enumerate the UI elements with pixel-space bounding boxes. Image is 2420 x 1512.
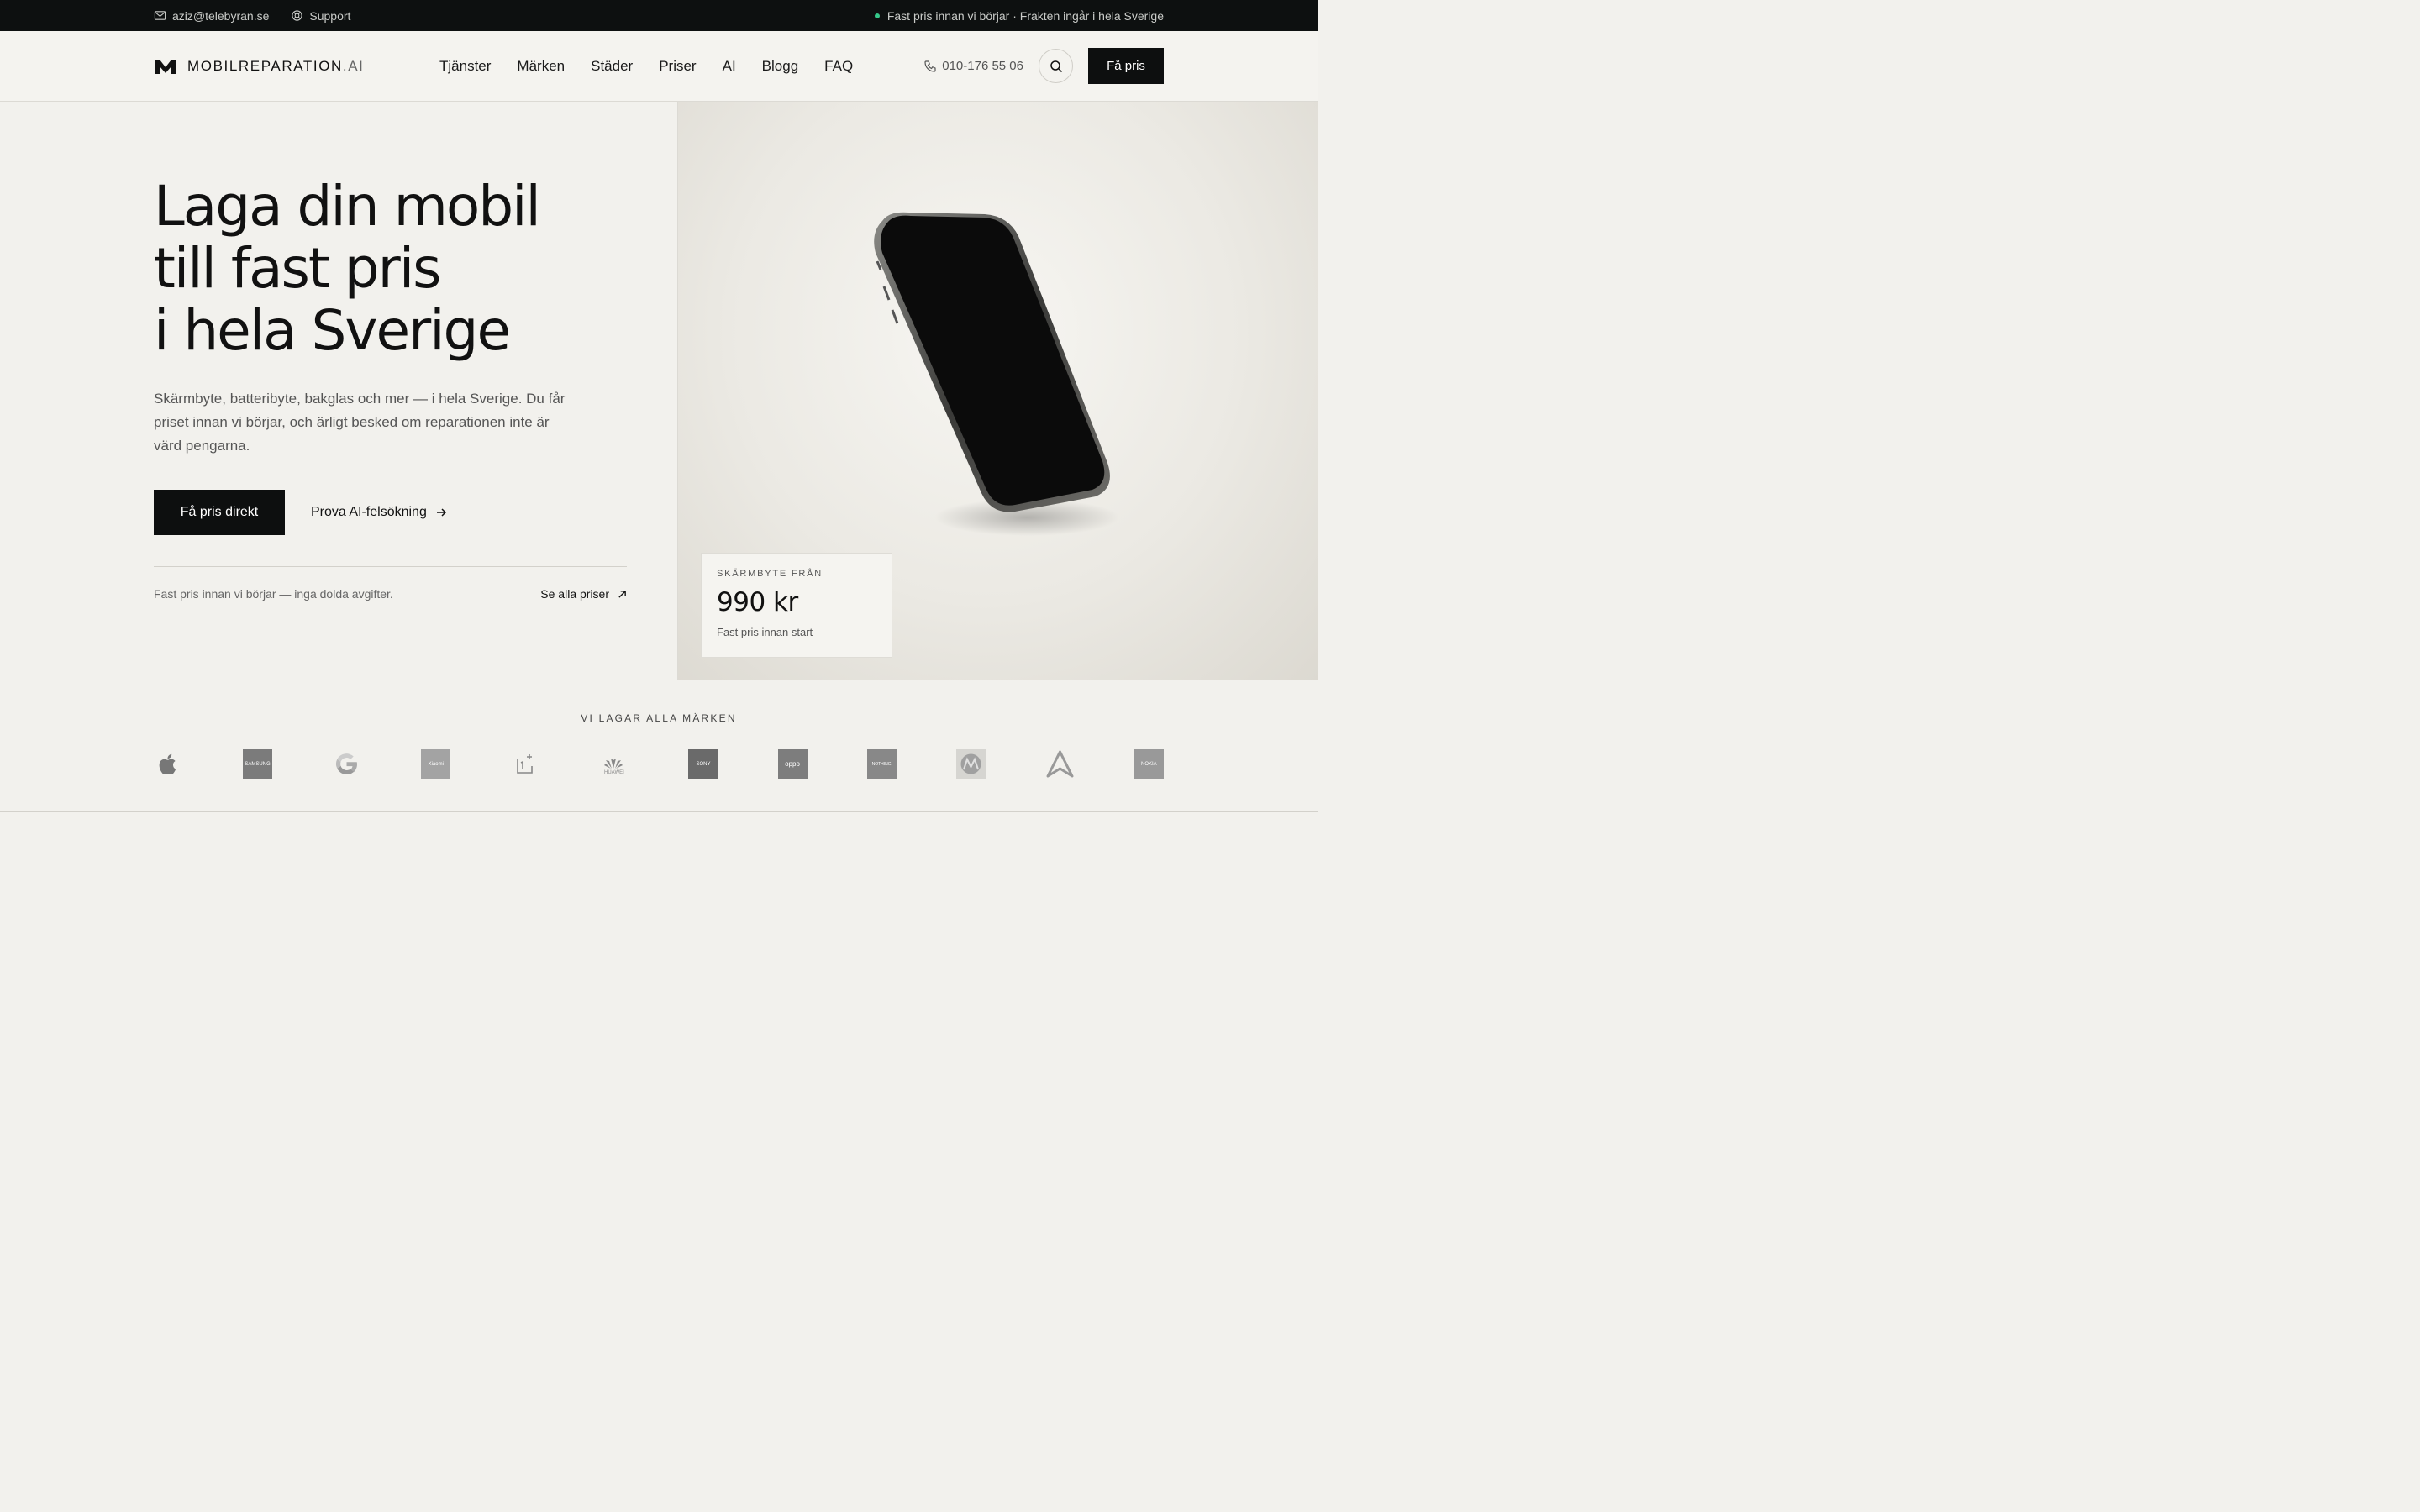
ai-troubleshoot-label: Prova AI-felsökning bbox=[311, 505, 427, 519]
hero-footer: Fast pris innan vi börjar — inga dolda a… bbox=[154, 566, 627, 601]
fixed-price-note: Fast pris innan vi börjar — inga dolda a… bbox=[154, 587, 393, 601]
oneplus-logo[interactable] bbox=[510, 749, 539, 779]
hero-visual: SKÄRMBYTE FRÅN 990 kr Fast pris innan st… bbox=[678, 102, 1318, 680]
get-price-now-button[interactable]: Få pris direkt bbox=[154, 490, 285, 535]
logo[interactable]: MOBILREPARATION.AI bbox=[154, 57, 439, 76]
top-bar: aziz@telebyran.se Support Fast pris inna… bbox=[0, 0, 1318, 31]
get-price-button[interactable]: Få pris bbox=[1088, 48, 1164, 84]
motorola-logo[interactable] bbox=[955, 749, 986, 779]
apple-icon bbox=[159, 753, 176, 775]
status-dot bbox=[874, 13, 880, 18]
oneplus-icon bbox=[517, 754, 534, 774]
arrow-up-right-icon bbox=[618, 590, 626, 598]
all-prices-label: Se alla priser bbox=[540, 587, 609, 601]
page: aziz@telebyran.se Support Fast pris inna… bbox=[0, 0, 1318, 823]
hero-title: Laga din mobil till fast pris i hela Sve… bbox=[154, 176, 677, 362]
brands-section: VI LAGAR ALLA MÄRKEN SAMSUNG Xiaomi HUAW… bbox=[0, 680, 1318, 779]
sony-logo[interactable]: SONY bbox=[688, 749, 718, 779]
support-link[interactable]: Support bbox=[291, 9, 350, 23]
nav-item-blogg[interactable]: Blogg bbox=[762, 58, 798, 75]
hero-title-line: i hela Sverige bbox=[154, 298, 511, 363]
section-divider bbox=[0, 811, 1318, 812]
smartphone-image bbox=[874, 212, 1119, 536]
lifebuoy-icon bbox=[292, 10, 303, 21]
nokia-logo[interactable]: NOKIA bbox=[1134, 749, 1164, 779]
nav-item-faq[interactable]: FAQ bbox=[824, 58, 853, 75]
support-text: Support bbox=[309, 8, 351, 23]
logo-suffix: .AI bbox=[342, 57, 365, 74]
all-prices-link[interactable]: Se alla priser bbox=[540, 587, 627, 601]
search-button[interactable] bbox=[1039, 49, 1073, 83]
huawei-icon bbox=[604, 758, 623, 769]
brand-row: SAMSUNG Xiaomi HUAWEI SONY oppo NOTHING … bbox=[0, 749, 1318, 779]
samsung-logo[interactable]: SAMSUNG bbox=[243, 749, 273, 779]
nav-item-tjanster[interactable]: Tjänster bbox=[439, 58, 491, 75]
site-header: MOBILREPARATION.AI Tjänster Märken Städe… bbox=[0, 31, 1318, 102]
phone-number: 010-176 55 06 bbox=[942, 59, 1023, 73]
price-card-value: 990 kr bbox=[717, 587, 798, 617]
phone-link[interactable]: 010-176 55 06 bbox=[923, 59, 1023, 73]
motorola-icon bbox=[960, 753, 981, 774]
huawei-text: HUAWEI bbox=[604, 769, 624, 775]
price-card: SKÄRMBYTE FRÅN 990 kr Fast pris innan st… bbox=[701, 553, 892, 658]
asus-logo[interactable] bbox=[1045, 749, 1075, 779]
google-logo[interactable] bbox=[332, 749, 361, 779]
nav-item-marken[interactable]: Märken bbox=[517, 58, 565, 75]
email-text: aziz@telebyran.se bbox=[172, 8, 270, 23]
xiaomi-logo[interactable]: Xiaomi bbox=[421, 749, 451, 779]
logo-mark-icon bbox=[155, 59, 176, 74]
oppo-logo[interactable]: oppo bbox=[777, 749, 808, 779]
hero-content: Laga din mobil till fast pris i hela Sve… bbox=[0, 102, 678, 680]
hero-title-line: Laga din mobil bbox=[154, 174, 541, 239]
phone-icon bbox=[924, 60, 936, 72]
nav-item-ai[interactable]: AI bbox=[723, 58, 736, 75]
google-icon bbox=[336, 753, 358, 774]
hero-lead: Skärmbyte, batteribyte, bakglas och mer … bbox=[154, 391, 566, 454]
logo-main: MOBILREPARATION bbox=[187, 57, 343, 74]
brands-title: VI LAGAR ALLA MÄRKEN bbox=[581, 712, 737, 724]
arrow-right-icon bbox=[436, 508, 446, 517]
apple-logo[interactable] bbox=[154, 749, 183, 779]
hero-section: Laga din mobil till fast pris i hela Sve… bbox=[0, 102, 1318, 680]
hero-title-line: till fast pris bbox=[154, 236, 442, 301]
price-card-label: SKÄRMBYTE FRÅN bbox=[717, 569, 823, 579]
nav-item-stader[interactable]: Städer bbox=[591, 58, 633, 75]
nav-item-priser[interactable]: Priser bbox=[659, 58, 696, 75]
status-text: Fast pris innan vi börjar · Frakten ingå… bbox=[886, 8, 1164, 23]
asus-icon bbox=[1046, 750, 1074, 778]
mail-icon bbox=[154, 11, 166, 20]
huawei-logo[interactable]: HUAWEI bbox=[599, 749, 629, 779]
main-nav: Tjänster Märken Städer Priser AI Blogg F… bbox=[439, 58, 853, 75]
nothing-logo[interactable]: NOTHING bbox=[866, 749, 897, 779]
email-link[interactable]: aziz@telebyran.se bbox=[154, 9, 269, 23]
price-card-subtitle: Fast pris innan start bbox=[717, 626, 813, 638]
status-message: Fast pris innan vi börjar · Frakten ingå… bbox=[874, 8, 1164, 23]
ai-troubleshoot-link[interactable]: Prova AI-felsökning bbox=[311, 505, 447, 520]
search-icon bbox=[1050, 60, 1062, 72]
logo-text: MOBILREPARATION.AI bbox=[187, 58, 365, 75]
